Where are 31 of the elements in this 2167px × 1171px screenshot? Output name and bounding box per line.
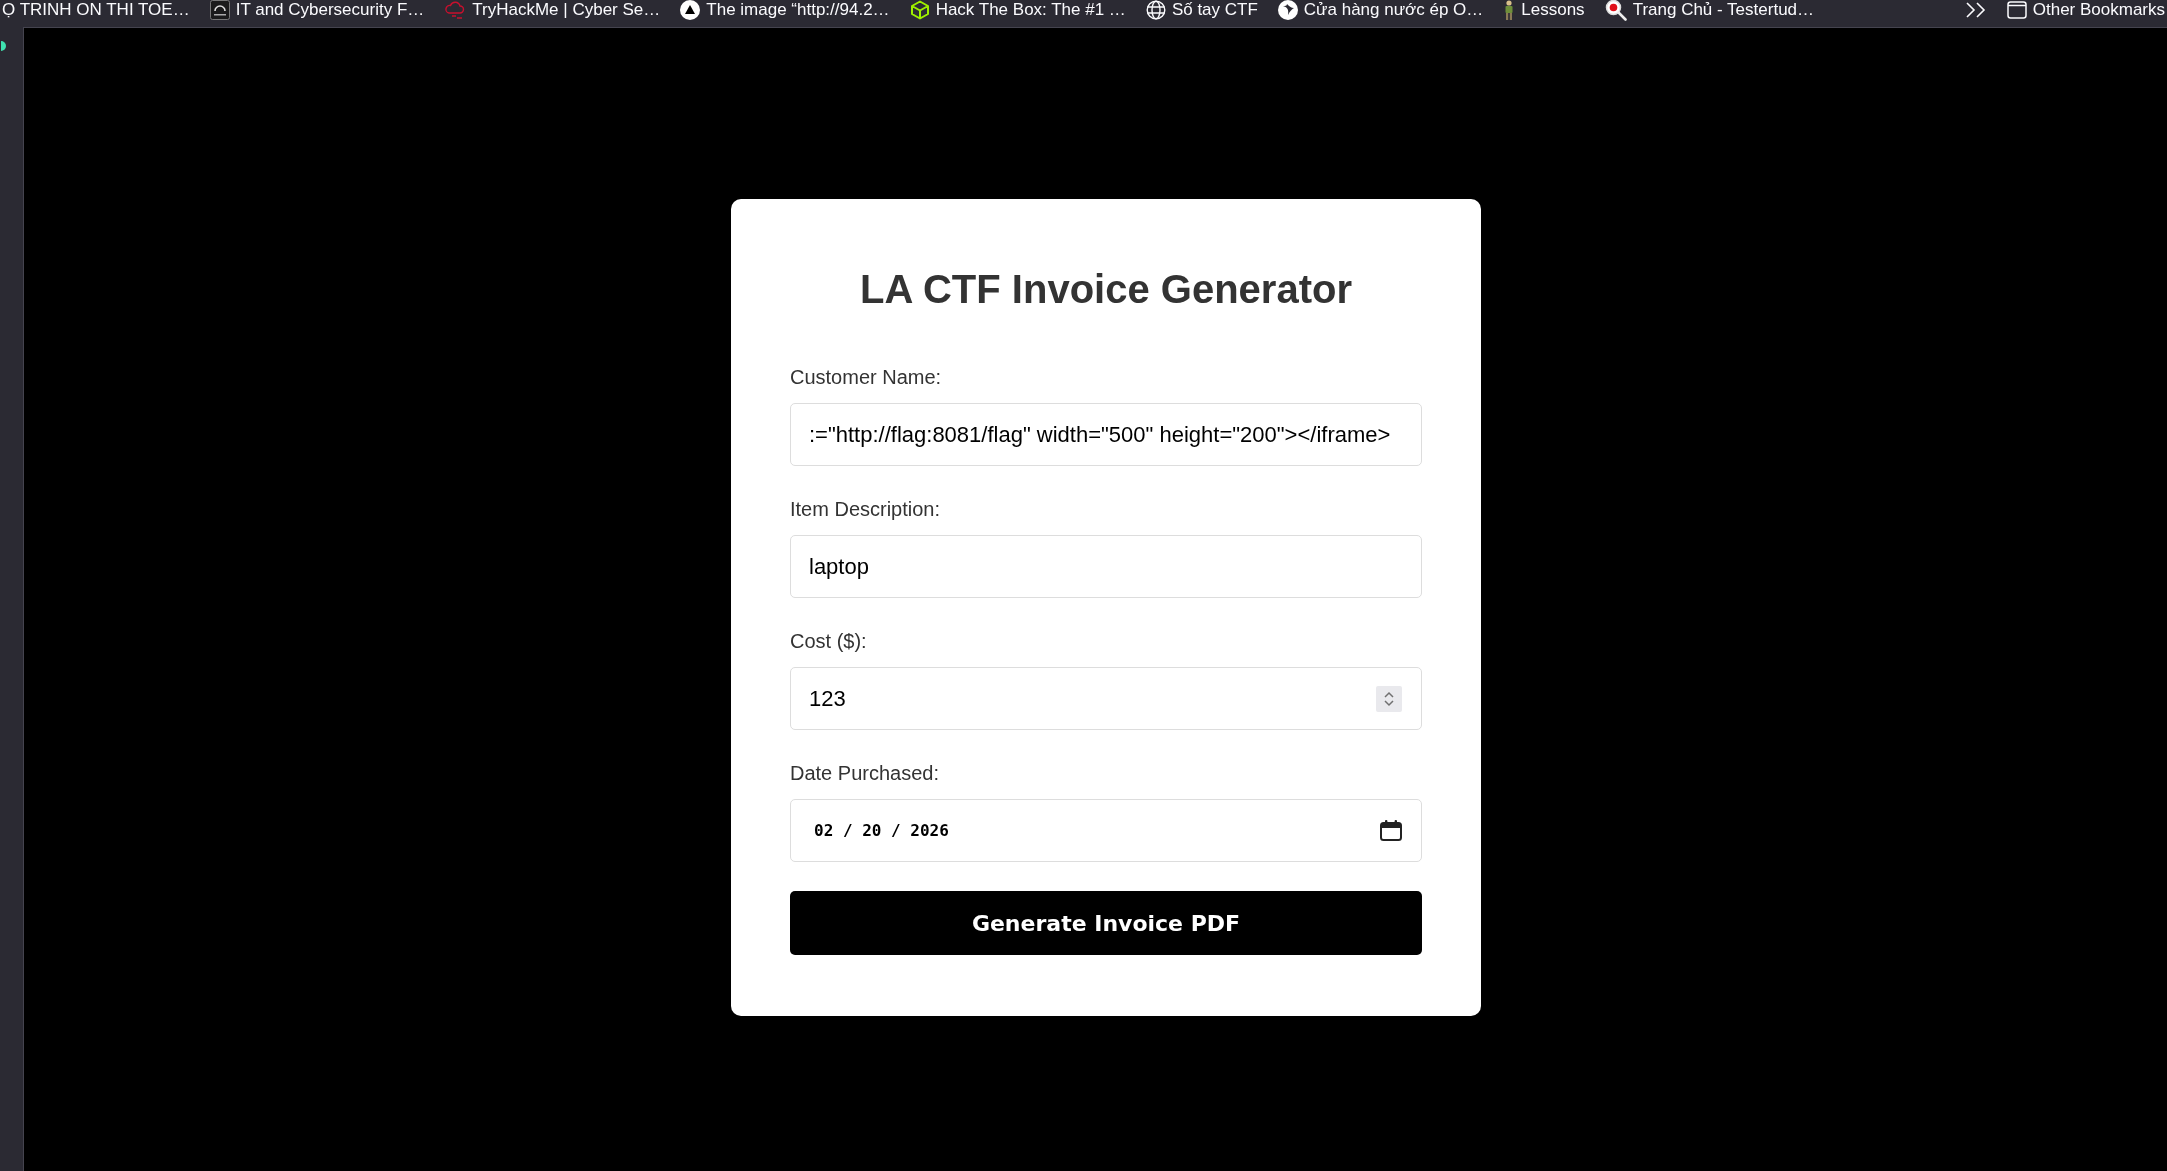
bookmark-link[interactable]: Hack The Box: The #1 … <box>909 0 1126 19</box>
triangle-icon <box>680 0 701 20</box>
bookmark-link[interactable]: Lessons <box>1503 0 1585 19</box>
square-logo-icon <box>209 0 230 20</box>
form-title: LA CTF Invoice Generator <box>860 266 1352 313</box>
cloud-icon <box>444 0 467 19</box>
figure-icon <box>1503 0 1516 20</box>
bookmark-folder-link[interactable]: Other Bookmarks <box>2006 0 2165 19</box>
bookmark-link[interactable]: Cửa hàng nước ép O… <box>1277 0 1484 19</box>
field-label: Item Description: <box>790 497 941 522</box>
bookmark-link[interactable]: The image “http://94.2… <box>680 0 890 19</box>
cube-icon <box>909 0 930 20</box>
date-field[interactable]: 02 / 20 / 2026 <box>790 799 1422 862</box>
folder-icon <box>2006 0 2027 19</box>
magnifier-icon <box>1604 0 1627 21</box>
spinner-icon[interactable] <box>1376 685 1402 712</box>
field-label: Cost ($): <box>790 629 867 654</box>
field-label: Date Purchased: <box>790 761 939 786</box>
bookmark-link[interactable]: IT and Cybersecurity F… <box>209 0 425 19</box>
field-label: Customer Name: <box>790 365 942 390</box>
double-chevron-icon[interactable] <box>1965 1 1987 18</box>
bookmark-link[interactable]: Ọ TRINH ON THI TOE… <box>2 0 190 19</box>
text-field[interactable]: :="http://flag:8081/flag" width="500" height="200"></iframe> <box>790 403 1422 466</box>
bookmark-link[interactable]: TryHackMe | Cyber Se… <box>444 0 661 19</box>
calendar-icon[interactable] <box>1380 820 1402 841</box>
number-field[interactable]: 123 <box>790 667 1422 730</box>
text-field[interactable]: laptop <box>790 535 1422 598</box>
bookmark-link[interactable]: Trang Chủ - Testertud… <box>1604 0 1815 19</box>
bookmark-link[interactable]: Số tay CTF <box>1145 0 1258 19</box>
globe-icon <box>1145 0 1166 20</box>
generate-button[interactable]: Generate Invoice PDF <box>790 891 1422 955</box>
